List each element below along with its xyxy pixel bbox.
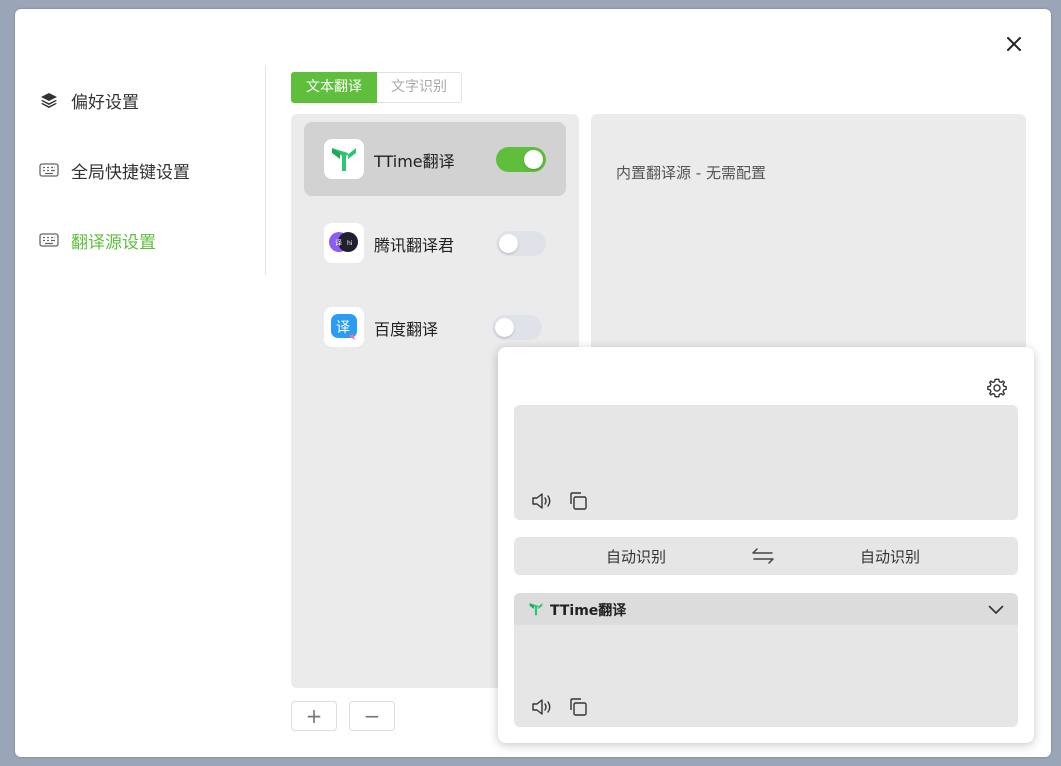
speak-result-button[interactable] bbox=[530, 695, 554, 719]
keyboard-icon bbox=[39, 230, 59, 250]
source-name: 腾讯翻译君 bbox=[374, 236, 455, 255]
source-item-tencent[interactable]: 译 hi 腾讯翻译君 bbox=[304, 206, 566, 280]
keyboard-icon bbox=[39, 160, 59, 180]
config-message: 内置翻译源 - 无需配置 bbox=[616, 164, 766, 182]
sidebar-divider bbox=[265, 65, 266, 275]
sidebar-item-preferences[interactable]: 偏好设置 bbox=[39, 85, 139, 115]
sidebar-item-shortcuts[interactable]: 全局快捷键设置 bbox=[39, 155, 190, 185]
settings-button[interactable] bbox=[984, 375, 1010, 401]
copy-icon bbox=[570, 492, 587, 510]
close-button[interactable] bbox=[999, 29, 1029, 59]
language-bar: 自动识别 自动识别 bbox=[514, 537, 1018, 575]
source-language-select[interactable]: 自动识别 bbox=[606, 546, 666, 567]
result-source-name: TTime翻译 bbox=[550, 603, 627, 619]
source-name: TTime翻译 bbox=[374, 152, 455, 171]
copy-result-button[interactable] bbox=[566, 695, 590, 719]
source-text-box[interactable] bbox=[514, 405, 1018, 520]
baidu-translate-logo-icon: 译 bbox=[324, 307, 364, 347]
speaker-icon bbox=[532, 699, 551, 715]
toggle-knob bbox=[499, 234, 518, 253]
sidebar-item-label: 全局快捷键设置 bbox=[71, 162, 190, 183]
tencent-translate-logo-icon: 译 hi bbox=[324, 223, 364, 263]
settings-window: 偏好设置 全局快捷键设置 翻译源设置 文本翻译 文字识别 TTime翻译 译 h… bbox=[15, 9, 1051, 757]
ttime-logo-icon bbox=[324, 139, 364, 179]
sidebar-item-label: 翻译源设置 bbox=[71, 232, 156, 253]
remove-source-button[interactable]: − bbox=[349, 701, 395, 731]
tab-text-translate[interactable]: 文本翻译 bbox=[291, 72, 377, 103]
source-item-ttime[interactable]: TTime翻译 bbox=[304, 122, 566, 196]
sidebar-item-translate-sources[interactable]: 翻译源设置 bbox=[39, 225, 156, 255]
layers-icon bbox=[39, 90, 59, 110]
chevron-down-icon bbox=[988, 605, 1004, 614]
add-source-button[interactable]: + bbox=[291, 701, 337, 731]
target-language-select[interactable]: 自动识别 bbox=[860, 546, 920, 567]
tab-bar: 文本翻译 文字识别 bbox=[291, 72, 462, 103]
close-icon bbox=[1007, 37, 1021, 51]
speaker-icon bbox=[532, 493, 551, 509]
collapse-button[interactable] bbox=[986, 600, 1006, 620]
svg-text:hi: hi bbox=[347, 240, 353, 247]
gear-icon bbox=[987, 378, 1007, 398]
result-header[interactable]: TTime翻译 bbox=[514, 593, 1018, 625]
result-box: TTime翻译 bbox=[514, 593, 1018, 727]
source-name: 百度翻译 bbox=[374, 320, 439, 339]
copy-button[interactable] bbox=[566, 489, 590, 513]
swap-icon bbox=[752, 548, 774, 564]
svg-text:译: 译 bbox=[335, 239, 342, 247]
svg-text:译: 译 bbox=[336, 320, 350, 336]
source-toggle[interactable] bbox=[496, 147, 546, 172]
copy-icon bbox=[570, 698, 587, 716]
toggle-knob bbox=[495, 318, 514, 337]
source-toggle[interactable] bbox=[492, 315, 542, 340]
ttime-logo-icon bbox=[528, 601, 544, 617]
speak-button[interactable] bbox=[530, 489, 554, 513]
tab-ocr[interactable]: 文字识别 bbox=[377, 72, 462, 103]
toggle-knob bbox=[524, 150, 543, 169]
sidebar-item-label: 偏好设置 bbox=[71, 92, 139, 113]
translate-window: 自动识别 自动识别 TTime翻译 bbox=[498, 347, 1034, 743]
source-toggle[interactable] bbox=[496, 231, 546, 256]
swap-languages-button[interactable] bbox=[750, 544, 776, 568]
